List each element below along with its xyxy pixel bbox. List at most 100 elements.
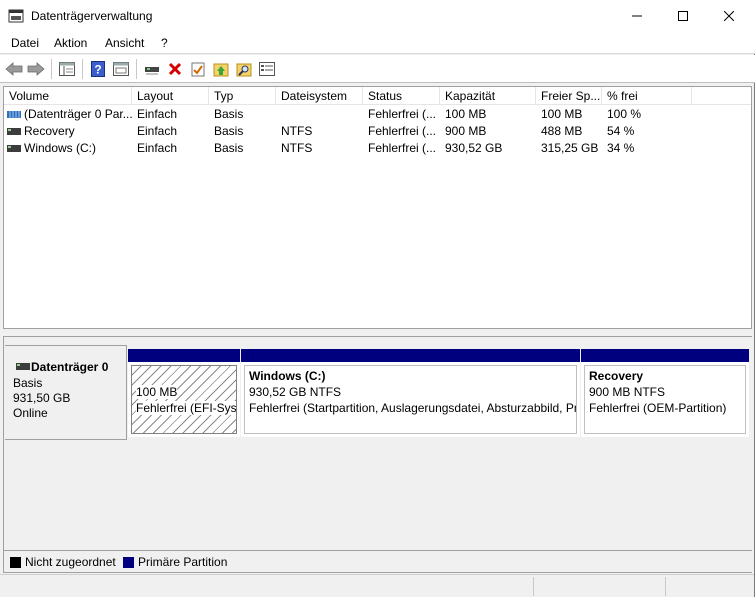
folder-search-icon (236, 63, 252, 77)
column-header-volume[interactable]: Volume (4, 87, 132, 105)
column-header-typ[interactable]: Typ (209, 87, 276, 105)
cell-prozent-frei: 100 % (607, 107, 642, 121)
back-button[interactable] (3, 58, 25, 80)
connect-drive-button[interactable] (141, 58, 163, 80)
partition-body: Windows (C:) 930,52 GB NTFS Fehlerfrei (… (244, 365, 577, 434)
cell-typ: Basis (214, 124, 244, 138)
disk-size: 931,50 GB (13, 391, 71, 405)
list-view-button[interactable] (256, 58, 278, 80)
menu-help[interactable]: ? (161, 36, 168, 50)
disk-type: Basis (13, 376, 43, 390)
partition-status: Fehlerfrei (EFI-Syst (136, 401, 236, 415)
cell-volume: Recovery (24, 124, 75, 138)
toolbar-separator (51, 59, 52, 79)
cell-dateisystem: NTFS (281, 141, 313, 155)
cell-status: Fehlerfrei (... (368, 141, 437, 155)
forward-button[interactable] (25, 58, 47, 80)
cell-dateisystem (276, 106, 363, 123)
legend-swatch-unallocated (10, 557, 21, 568)
check-icon (191, 62, 205, 77)
title-bar[interactable]: Datenträgerverwaltung (0, 0, 755, 32)
table-row[interactable]: Recovery Einfach Basis NTFS Fehlerfrei (… (4, 123, 751, 140)
partition-title: Windows (C:) (249, 369, 326, 383)
check-button[interactable] (187, 58, 209, 80)
minimize-button[interactable] (614, 0, 660, 32)
menu-ansicht[interactable]: Ansicht (105, 36, 144, 50)
partition-bar (128, 349, 240, 362)
column-header-layout[interactable]: Layout (132, 87, 209, 105)
cell-layout: Einfach (137, 124, 178, 138)
cell-typ: Basis (214, 141, 244, 155)
toolbar-separator (136, 59, 137, 79)
maximize-button[interactable] (660, 0, 706, 32)
cell-freier-speicher: 488 MB (541, 124, 583, 138)
partition-bar (241, 349, 580, 362)
menu-bar: Datei Aktion Ansicht ? (0, 32, 755, 54)
partition-status: Fehlerfrei (Startpartition, Auslagerungs… (249, 401, 577, 415)
partition-title: Recovery (589, 369, 644, 383)
partition-efi[interactable]: 100 MB Fehlerfrei (EFI-Syst (128, 349, 240, 437)
partition-bar (581, 349, 749, 362)
column-header-dateisystem[interactable]: Dateisystem (276, 87, 363, 105)
properties-view-button[interactable] (110, 58, 132, 80)
folder-up-icon (213, 63, 229, 77)
column-header-freier-speicher[interactable]: Freier Sp... (536, 87, 602, 105)
cell-dateisystem: NTFS (281, 124, 313, 138)
disk-name: Datenträger 0 (31, 360, 109, 374)
legend-label-primary: Primäre Partition (138, 555, 228, 569)
cell-freier-speicher: 100 MB (541, 107, 583, 121)
partition-recovery[interactable]: Recovery 900 MB NTFS Fehlerfrei (OEM-Par… (581, 349, 749, 437)
delete-icon (168, 62, 182, 76)
cell-prozent-frei: 34 % (607, 141, 635, 155)
legend-label-unallocated: Nicht zugeordnet (25, 555, 116, 569)
disk-graphical-view[interactable]: Datenträger 0 Basis 931,50 GB Online 100… (3, 336, 752, 551)
cell-kapazitaet: 900 MB (445, 124, 487, 138)
cell-kapazitaet: 930,52 GB (445, 141, 503, 155)
column-header-prozent-frei[interactable]: % frei (602, 87, 692, 105)
help-button[interactable]: ? (87, 58, 109, 80)
disk-management-window: Datenträgerverwaltung Datei Aktion Ansic… (0, 0, 755, 597)
column-header-kapazitaet[interactable]: Kapazität (440, 87, 536, 105)
status-bar-divider (533, 577, 534, 596)
cell-layout: Einfach (137, 141, 178, 155)
disk-label[interactable]: Datenträger 0 Basis 931,50 GB Online (5, 345, 127, 440)
svg-text:?: ? (94, 63, 101, 77)
column-header-status[interactable]: Status (363, 87, 440, 105)
list-view-icon (259, 62, 275, 76)
cell-typ: Basis (214, 107, 244, 121)
legend: Nicht zugeordnet Primäre Partition (3, 551, 752, 573)
cell-volume: Windows (C:) (24, 141, 97, 155)
table-row[interactable]: Windows (C:) Einfach Basis NTFS Fehlerfr… (4, 140, 751, 157)
close-button[interactable] (706, 0, 752, 32)
delete-button[interactable] (164, 58, 186, 80)
folder-search-button[interactable] (233, 58, 255, 80)
window-title: Datenträgerverwaltung (31, 9, 153, 23)
folder-up-button[interactable] (210, 58, 232, 80)
cell-volume: (Datenträger 0 Par... (24, 107, 132, 121)
close-icon (724, 11, 734, 21)
partition-size: 900 MB NTFS (589, 385, 666, 399)
toolbar: ? (0, 55, 755, 83)
cell-status: Fehlerfrei (... (368, 107, 437, 121)
help-icon: ? (91, 61, 105, 77)
menu-datei[interactable]: Datei (11, 36, 39, 50)
volume-list[interactable]: Volume Layout Typ Dateisystem Status Kap… (3, 86, 752, 329)
cell-kapazitaet: 100 MB (445, 107, 487, 121)
status-bar-divider (665, 577, 666, 596)
partition-size: 930,52 GB NTFS (249, 385, 342, 399)
console-tree-button[interactable] (56, 58, 78, 80)
minimize-icon (632, 15, 642, 17)
menu-aktion[interactable]: Aktion (54, 36, 87, 50)
partition-size: 100 MB (136, 385, 178, 399)
connect-drive-icon (145, 67, 159, 75)
back-arrow-icon (5, 62, 23, 76)
console-tree-icon (59, 62, 75, 76)
forward-arrow-icon (27, 62, 45, 76)
table-row[interactable]: (Datenträger 0 Par... Einfach Basis Fehl… (4, 106, 751, 123)
disk-state: Online (13, 406, 48, 420)
partition-status: Fehlerfrei (OEM-Partition) (589, 401, 727, 415)
maximize-icon (678, 11, 688, 21)
volume-list-header: Volume Layout Typ Dateisystem Status Kap… (4, 87, 751, 105)
partition-windows[interactable]: Windows (C:) 930,52 GB NTFS Fehlerfrei (… (241, 349, 580, 437)
properties-view-icon (113, 62, 129, 76)
